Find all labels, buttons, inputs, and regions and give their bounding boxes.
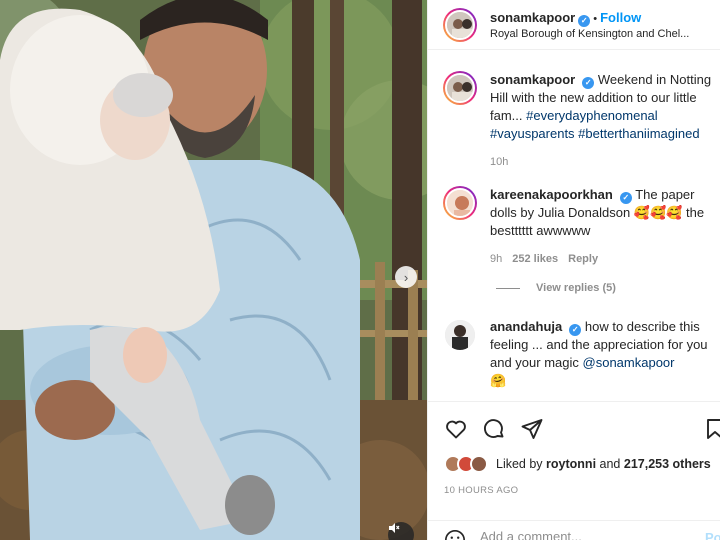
verified-badge-icon: ✓ — [569, 324, 582, 336]
speaker-muted-icon — [389, 523, 400, 533]
comment-item: anandahuja ✓ how to describe this feeling… — [443, 318, 720, 390]
post-comment-button[interactable]: Post — [705, 530, 720, 540]
likes-summary[interactable]: Liked by roytonni and 217,253 others — [444, 455, 711, 473]
emoji-icon[interactable] — [444, 529, 466, 540]
follow-button[interactable]: Follow — [600, 10, 641, 25]
caption-time[interactable]: 10h — [490, 153, 508, 171]
post-timestamp[interactable]: 10 HOURS AGO — [444, 485, 518, 496]
likes-others[interactable]: 217,253 others — [624, 457, 711, 471]
likers-avatars — [444, 455, 488, 473]
reply-button[interactable]: Reply — [568, 250, 598, 268]
separator-dot: • — [593, 12, 598, 25]
avatar-image — [447, 190, 473, 216]
post-header: sonamkapoor ✓ • Follow Royal Borough of Ken… — [428, 0, 720, 50]
comment-likes[interactable]: 252 likes — [512, 250, 558, 268]
likes-user[interactable]: roytonni — [546, 457, 596, 471]
commenter-avatar[interactable] — [443, 318, 477, 352]
comment-username[interactable]: anandahuja — [490, 319, 562, 334]
view-replies-button[interactable]: View replies (5) — [496, 282, 616, 294]
share-icon[interactable] — [520, 417, 544, 441]
likes-prefix: Liked by — [496, 457, 543, 471]
heart-icon[interactable] — [444, 417, 468, 441]
caption-username[interactable]: sonamkapoor — [490, 72, 575, 87]
chevron-right-icon: › — [403, 269, 409, 285]
add-comment-bar: Post — [428, 520, 720, 540]
comments-list[interactable]: sonamkapoor ✓ Weekend in Notting Hill wit… — [428, 51, 720, 401]
comment-input[interactable] — [480, 529, 680, 540]
comment-mention[interactable]: @sonamkapoor — [583, 355, 675, 370]
avatar-image — [447, 75, 473, 101]
carousel-next-button[interactable]: › — [395, 266, 417, 288]
liker-avatar — [470, 455, 488, 473]
post-panel: sonamkapoor ✓ • Follow Royal Borough of Ken… — [427, 0, 720, 540]
commenter-avatar[interactable] — [443, 186, 477, 220]
verified-badge-icon: ✓ — [578, 14, 591, 27]
comment-emoji: 🤗 — [490, 373, 507, 388]
post-media[interactable]: › — [0, 0, 427, 540]
bookmark-icon[interactable] — [703, 417, 720, 441]
author-username[interactable]: sonamkapoor — [490, 10, 575, 25]
avatar-image — [447, 11, 473, 38]
view-replies-label: View replies (5) — [536, 282, 616, 294]
comment-icon[interactable] — [482, 417, 506, 441]
caption-avatar[interactable] — [443, 71, 477, 105]
post-location[interactable]: Royal Borough of Kensington and Chel... — [490, 28, 700, 42]
verified-badge-icon: ✓ — [582, 77, 595, 89]
author-avatar[interactable] — [443, 7, 477, 42]
comment-username[interactable]: kareenakapoorkhan — [490, 187, 613, 202]
comment-time[interactable]: 9h — [490, 250, 502, 268]
likes-and: and — [599, 457, 621, 471]
action-bar — [428, 401, 720, 453]
avatar-image — [445, 320, 475, 350]
caption: sonamkapoor ✓ Weekend in Notting Hill wit… — [443, 71, 720, 171]
comment-item: kareenakapoorkhan ✓ The paper dolls by Ju… — [443, 186, 720, 268]
post-photo — [0, 0, 427, 540]
verified-badge-icon: ✓ — [619, 192, 632, 204]
divider-line — [496, 287, 520, 289]
